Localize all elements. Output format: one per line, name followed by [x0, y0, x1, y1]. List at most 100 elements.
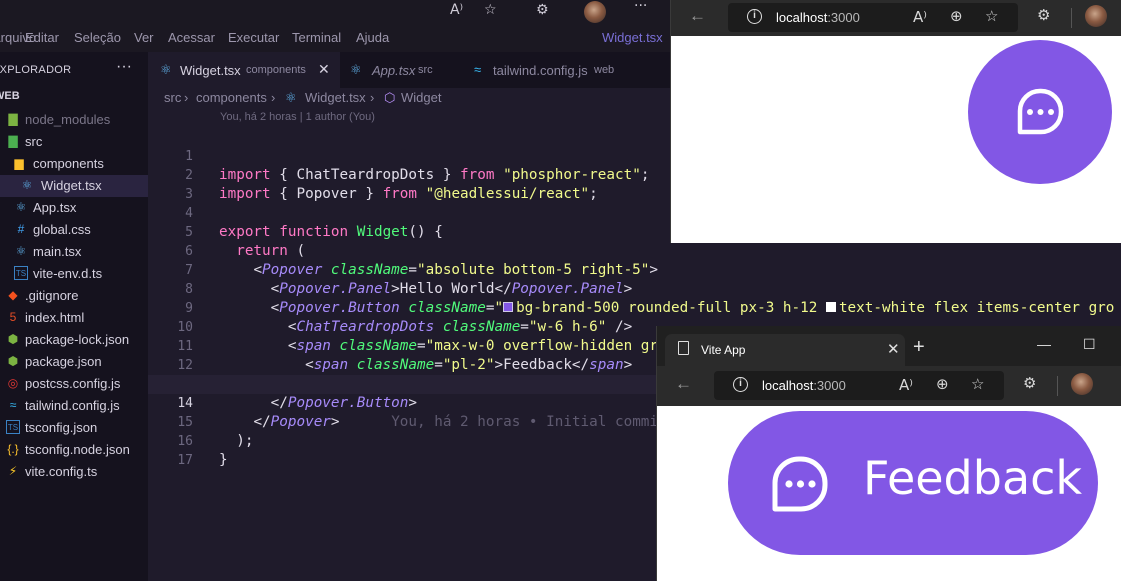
- tree-item-node-modules[interactable]: ▇ node_modules: [0, 109, 148, 131]
- close-icon[interactable]: ✕: [318, 61, 330, 78]
- react-icon: ⚛: [21, 178, 33, 192]
- feedback-button[interactable]: Feedback: [728, 411, 1098, 555]
- more-icon[interactable]: ···: [634, 0, 647, 14]
- menu-ajuda[interactable]: Ajuda: [356, 30, 389, 45]
- css-icon: #: [17, 222, 25, 236]
- tree-item-widget-tsx[interactable]: ⚛ Widget.tsx: [0, 175, 148, 197]
- postcss-icon: ◎: [7, 376, 19, 390]
- tab-tailwind-config[interactable]: ≈ tailwind.config.js web: [462, 52, 662, 88]
- browser-toolbar: ← i localhost:3000 A⁾ ⊕ ☆ ⚙: [657, 366, 1121, 406]
- workspace-root[interactable]: WEB: [0, 90, 20, 102]
- tree-item-components[interactable]: ▆ components: [0, 153, 148, 175]
- back-arrow-icon[interactable]: ←: [689, 6, 706, 26]
- info-icon[interactable]: i: [733, 377, 748, 392]
- feedback-label: Feedback: [863, 451, 1083, 505]
- breadcrumb-widget-tsx[interactable]: Widget.tsx: [305, 90, 366, 105]
- breadcrumb-widget-symbol[interactable]: Widget: [401, 90, 441, 105]
- tailwind-icon: ≈: [474, 62, 482, 77]
- editor-tabs: ⚛ Widget.tsx components ✕ ⚛ App.tsx src …: [148, 52, 670, 88]
- json-icon: {.}: [7, 442, 19, 456]
- minimize-icon[interactable]: —: [1037, 336, 1051, 352]
- tree-item-package-lock[interactable]: ⬢ package-lock.json: [0, 329, 148, 351]
- tree-item-main-tsx[interactable]: ⚛ main.tsx: [0, 241, 148, 263]
- browser-titlebar: Vite App ✕ + — ☐: [657, 326, 1121, 366]
- tree-item-tailwind[interactable]: ≈ tailwind.config.js: [0, 395, 148, 417]
- code-line: 9 <ChatTeardropDots className="w-6 h-6" …: [148, 280, 1121, 335]
- chat-teardrop-dots-icon: [772, 456, 828, 512]
- explorer-more-icon[interactable]: ···: [116, 58, 132, 76]
- react-icon: ⚛: [350, 62, 362, 77]
- back-arrow-icon[interactable]: ←: [675, 374, 692, 394]
- tree-item-vite-config[interactable]: ⚡ vite.config.ts: [0, 461, 148, 483]
- menu-editar[interactable]: Editar: [25, 30, 59, 45]
- read-aloud-icon[interactable]: A⁾: [913, 8, 927, 26]
- tree-item-app-tsx[interactable]: ⚛ App.tsx: [0, 197, 148, 219]
- chat-teardrop-dots-icon: [1017, 88, 1064, 135]
- folder-open-icon: ▆: [14, 156, 24, 170]
- tree-item-package-json[interactable]: ⬢ package.json: [0, 351, 148, 373]
- folder-node-icon: ▇: [8, 112, 18, 126]
- tree-item-index-html[interactable]: 5 index.html: [0, 307, 148, 329]
- read-aloud-icon[interactable]: A⁾: [450, 2, 463, 18]
- address-bar[interactable]: i localhost:3000 A⁾ ⊕ ☆: [728, 3, 1018, 32]
- menu-terminal[interactable]: Terminal: [292, 30, 341, 45]
- tree-item-vite-env[interactable]: TS vite-env.d.ts: [0, 263, 148, 285]
- extensions-icon[interactable]: ⚙: [1037, 6, 1050, 24]
- react-icon: ⚛: [15, 244, 27, 258]
- breadcrumb-components[interactable]: components: [196, 90, 267, 105]
- tree-item-tsconfig[interactable]: TS tsconfig.json: [0, 417, 148, 439]
- browser-tab-vite-app[interactable]: Vite App ✕: [665, 334, 905, 366]
- zoom-icon[interactable]: ⊕: [950, 7, 963, 25]
- browser-toolbar: ← i localhost:3000 A⁾ ⊕ ☆ ⚙: [671, 0, 1121, 36]
- git-icon: ◆: [8, 288, 18, 302]
- profile-avatar[interactable]: [1085, 5, 1107, 27]
- maximize-icon[interactable]: ☐: [1083, 336, 1096, 353]
- symbol-icon: ⬡: [384, 90, 396, 105]
- menu-ver[interactable]: Ver: [134, 30, 154, 45]
- breadcrumb-src[interactable]: src: [164, 90, 181, 105]
- favorites-add-icon[interactable]: ☆: [971, 375, 984, 393]
- tree-item-src[interactable]: ▇ src: [0, 131, 148, 153]
- menu-bar: Arquivo Editar Seleção Ver Acessar Execu…: [0, 24, 670, 60]
- profile-avatar[interactable]: [1071, 373, 1093, 395]
- menu-acessar[interactable]: Acessar: [168, 30, 215, 45]
- menu-selecao[interactable]: Seleção: [74, 30, 121, 45]
- chevron-right-icon: ›: [184, 90, 189, 105]
- zoom-icon[interactable]: ⊕: [936, 375, 949, 393]
- react-icon: ⚛: [285, 90, 297, 105]
- read-aloud-icon[interactable]: A⁾: [899, 376, 913, 394]
- tab-widget-tsx[interactable]: ⚛ Widget.tsx components ✕: [148, 52, 340, 88]
- new-tab-icon[interactable]: +: [913, 337, 925, 357]
- close-icon[interactable]: ✕: [887, 340, 900, 358]
- react-icon: ⚛: [15, 200, 27, 214]
- extensions-icon[interactable]: ⚙: [536, 2, 549, 18]
- tailwind-icon: ≈: [9, 398, 17, 412]
- extensions-icon[interactable]: ⚙: [1023, 374, 1036, 392]
- codelens-blame[interactable]: You, há 2 horas | 1 author (You): [220, 111, 375, 123]
- explorer-sidebar: EXPLORADOR ··· WEB ▇ node_modules ▇ src …: [0, 52, 148, 581]
- favorites-add-icon[interactable]: ☆: [985, 7, 998, 25]
- typescript-icon: TS: [14, 266, 28, 280]
- folder-src-icon: ▇: [8, 134, 18, 148]
- typescript-icon: TS: [6, 420, 20, 434]
- chevron-right-icon: ›: [370, 90, 375, 105]
- widget-button[interactable]: [968, 40, 1112, 184]
- browser-window-top: ← i localhost:3000 A⁾ ⊕ ☆ ⚙: [670, 0, 1121, 243]
- line-number: 17: [177, 453, 193, 468]
- tab-app-tsx[interactable]: ⚛ App.tsx src: [340, 52, 462, 88]
- tree-item-gitignore[interactable]: ◆ .gitignore: [0, 285, 148, 307]
- file-tree: ▇ node_modules ▇ src ▆ components ⚛ Widg…: [0, 109, 148, 483]
- code-line: 7 <Popover.Panel>Hello World</Popover.Pa…: [148, 242, 1121, 297]
- html-icon: 5: [9, 310, 17, 324]
- favorites-add-icon[interactable]: ☆: [484, 2, 497, 18]
- profile-avatar[interactable]: [584, 1, 606, 23]
- menu-executar[interactable]: Executar: [228, 30, 279, 45]
- page-icon: [678, 341, 689, 355]
- vite-icon: ⚡: [8, 464, 18, 478]
- info-icon[interactable]: i: [747, 9, 762, 24]
- tree-item-tsconfig-node[interactable]: {.} tsconfig.node.json: [0, 439, 148, 461]
- tree-item-postcss[interactable]: ◎ postcss.config.js: [0, 373, 148, 395]
- react-icon: ⚛: [160, 62, 172, 77]
- address-bar[interactable]: i localhost:3000 A⁾ ⊕ ☆: [714, 371, 1004, 400]
- tree-item-global-css[interactable]: # global.css: [0, 219, 148, 241]
